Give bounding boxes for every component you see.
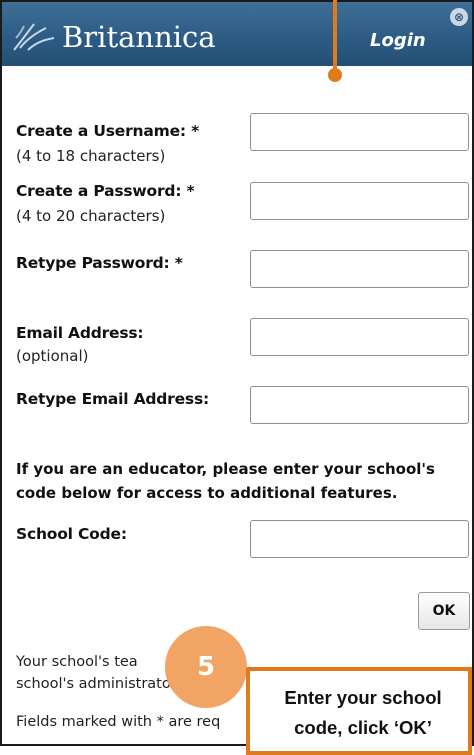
password-hint: (4 to 20 characters) [16, 207, 166, 225]
dialog-header: Britannica Login ⊗ [2, 2, 472, 66]
educator-instructions: If you are an educator, please enter you… [16, 457, 468, 505]
callout-line-2: code, click ‘OK’ [294, 717, 432, 738]
close-icon[interactable]: ⊗ [450, 8, 468, 26]
password-field[interactable] [250, 182, 469, 220]
school-code-label: School Code: [16, 525, 127, 543]
email-hint: (optional) [16, 347, 89, 365]
password-label: Create a Password: * [16, 182, 195, 200]
username-label: Create a Username: * [16, 122, 199, 140]
login-title: Login [370, 30, 426, 51]
footer-line-1-start: Your school's tea [16, 654, 138, 670]
callout-line-1: Enter your school [284, 687, 442, 708]
ok-button[interactable]: OK [418, 592, 470, 630]
email-field[interactable] [250, 318, 469, 356]
instruction-callout: Enter your school code, click ‘OK’ [246, 667, 472, 755]
username-hint: (4 to 18 characters) [16, 147, 166, 165]
britannica-logo-text: Britannica [62, 20, 216, 54]
required-fields-note: Fields marked with * are req [16, 714, 221, 730]
callout-dot-top [328, 68, 342, 82]
username-field[interactable] [250, 113, 469, 151]
school-code-field[interactable] [250, 520, 469, 558]
footer-text-line-2: school's administrator. [16, 676, 180, 692]
thistle-logo-icon [13, 23, 55, 51]
step-number-badge: 5 [165, 626, 247, 708]
login-dialog: Britannica Login ⊗ Create a Username: * … [0, 0, 474, 746]
retype-email-label: Retype Email Address: [16, 390, 209, 408]
retype-password-label: Retype Password: * [16, 254, 183, 272]
educator-line-2: code below for access to additional feat… [16, 484, 398, 502]
educator-line-1: If you are an educator, please enter you… [16, 460, 435, 478]
email-label: Email Address: [16, 324, 144, 342]
retype-password-field[interactable] [250, 250, 469, 288]
callout-pointer-top [333, 0, 337, 74]
retype-email-field[interactable] [250, 386, 469, 424]
